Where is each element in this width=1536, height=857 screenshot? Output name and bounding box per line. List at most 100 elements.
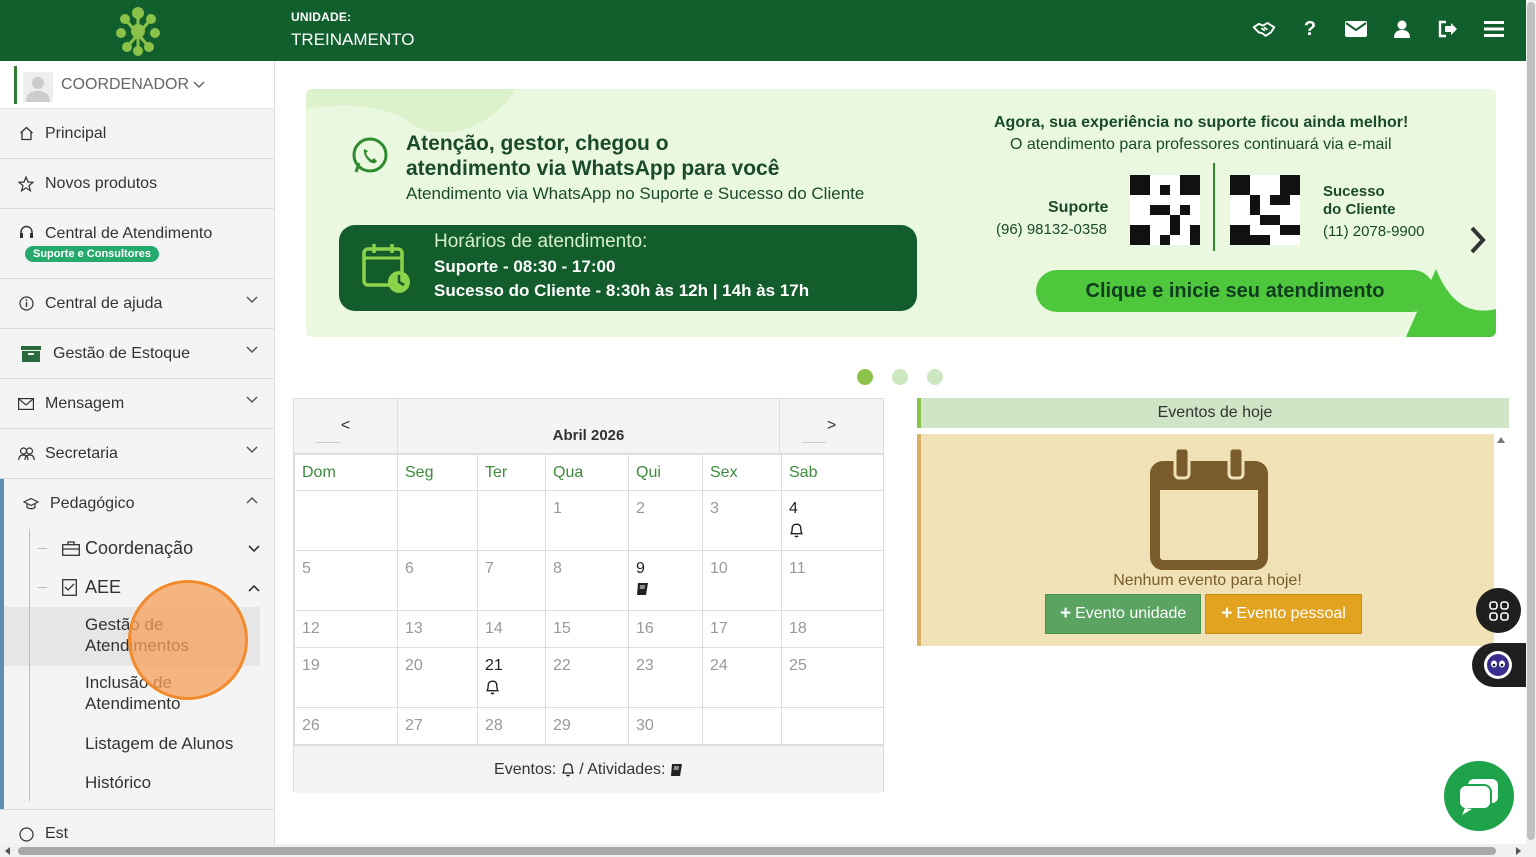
sidebar-item-principal[interactable]: Principal <box>0 109 274 159</box>
calendar-day[interactable]: 23 <box>628 647 703 708</box>
calendar-legend: Eventos: / Atividades: <box>294 745 883 793</box>
calendar-day[interactable]: 4 <box>781 490 884 551</box>
calendar-day[interactable]: 25 <box>781 647 884 708</box>
calendar-day[interactable]: 1 <box>545 490 629 551</box>
whatsapp-icon <box>352 137 388 173</box>
sidebar-item-coordenacao[interactable]: Coordenação <box>4 529 274 568</box>
help-icon[interactable]: ? <box>1298 16 1322 42</box>
logout-icon[interactable] <box>1436 16 1460 42</box>
calendar-day[interactable]: 3 <box>702 490 782 551</box>
user-menu[interactable]: COORDENADOR <box>0 61 274 109</box>
sidebar-leaf-inclusao-atendimento[interactable]: Inclusão de Atendimento <box>4 666 260 726</box>
calendar-day[interactable]: 5 <box>294 550 398 611</box>
add-personal-event-button[interactable]: + Evento pessoal <box>1205 594 1362 634</box>
bell-icon <box>789 522 876 543</box>
sidebar-leaf-gestao-atendimentos[interactable]: Gestão de Atendimentos <box>4 607 260 666</box>
calendar-week-row: 5 6 7 8 9 10 11 <box>294 550 884 611</box>
calendar-day[interactable]: 16 <box>628 610 703 648</box>
sidebar-item-secretaria[interactable]: Secretaria <box>0 429 274 479</box>
unit-label: UNIDADE: <box>291 10 352 24</box>
sidebar-item-next[interactable]: Est <box>0 809 274 844</box>
horizontal-scrollbar[interactable] <box>0 844 1536 857</box>
calendar-day[interactable]: 14 <box>477 610 546 648</box>
support-badge: Suporte e Consultores <box>25 246 159 262</box>
calendar-prev-button[interactable]: < <box>294 399 397 453</box>
sidebar-item-gestao-estoque[interactable]: Gestão de Estoque <box>0 329 274 379</box>
calendar-day[interactable]: 26 <box>294 707 398 745</box>
banner-carousel[interactable]: Atenção, gestor, chegou o atendimento vi… <box>306 89 1496 337</box>
calendar-day-number: 25 <box>789 657 807 674</box>
horizontal-scroll-thumb[interactable] <box>18 847 1496 855</box>
events-scroll-up-icon[interactable] <box>1497 436 1505 444</box>
sidebar-item-label: Est <box>45 825 69 842</box>
calendar-day-number: 5 <box>302 560 311 577</box>
calendar-day[interactable]: 28 <box>477 707 546 745</box>
tree-branch <box>38 548 47 549</box>
sidebar-item-pedagogico[interactable]: Pedagógico <box>4 479 274 529</box>
calendar-day-number: 17 <box>710 620 728 637</box>
sidebar-leaf-historico[interactable]: Histórico <box>4 765 274 809</box>
calendar-week-row: 19 20 21 22 23 24 25 <box>294 647 884 708</box>
calendar-day[interactable]: 2 <box>628 490 703 551</box>
carousel-next-arrow[interactable] <box>1468 225 1488 255</box>
sidebar-item-aee[interactable]: AEE <box>4 568 274 607</box>
calendar-day[interactable]: 10 <box>702 550 782 611</box>
user-icon[interactable] <box>1390 16 1414 42</box>
sidebar-item-central-atendimento[interactable]: Central de Atendimento Suporte e Consult… <box>0 209 274 279</box>
scroll-right-icon[interactable] <box>1514 847 1522 855</box>
calendar-day[interactable]: 21 <box>477 647 546 708</box>
calendar-day[interactable]: 24 <box>702 647 782 708</box>
carousel-dot-1[interactable] <box>857 369 873 385</box>
carousel-dot-2[interactable] <box>892 369 908 385</box>
chevron-down-icon <box>246 296 258 304</box>
calendar-day[interactable]: 19 <box>294 647 398 708</box>
chevron-down-icon <box>246 346 258 354</box>
add-unit-event-button[interactable]: + Evento unidade <box>1045 594 1202 634</box>
calendar-day-number: 9 <box>636 560 645 577</box>
calendar-day[interactable]: 30 <box>628 707 703 745</box>
chevron-down-icon <box>193 80 205 88</box>
envelope-icon[interactable] <box>1344 16 1368 42</box>
scroll-left-icon[interactable] <box>4 847 12 855</box>
carousel-dot-3[interactable] <box>927 369 943 385</box>
cta-button[interactable]: Clique e inicie seu atendimento <box>1036 270 1434 312</box>
calendar-day-number: 30 <box>636 717 654 734</box>
weekday-header: Dom <box>294 454 398 491</box>
calendar-day[interactable]: 6 <box>397 550 478 611</box>
calendar-day[interactable]: 15 <box>545 610 629 648</box>
sidebar-item-mensagem[interactable]: Mensagem <box>0 379 274 429</box>
calendar-day[interactable]: 20 <box>397 647 478 708</box>
calendar-day[interactable]: 27 <box>397 707 478 745</box>
calendar-next-button[interactable]: > <box>780 399 883 453</box>
calendar-day[interactable]: 12 <box>294 610 398 648</box>
assistant-bot-button[interactable] <box>1472 643 1528 687</box>
sidebar-leaf-listagem-alunos[interactable]: Listagem de Alunos <box>4 726 274 765</box>
calendar-day[interactable]: 11 <box>781 550 884 611</box>
graduation-icon <box>21 497 41 511</box>
vertical-scrollbar[interactable] <box>1526 0 1536 844</box>
sidebar-item-central-ajuda[interactable]: Central de ajuda <box>0 279 274 329</box>
handshake-icon[interactable] <box>1252 16 1276 42</box>
calendar-day[interactable]: 18 <box>781 610 884 648</box>
calendar-day[interactable]: 22 <box>545 647 629 708</box>
menu-icon[interactable] <box>1482 16 1506 42</box>
calendar-day-number: 18 <box>789 620 807 637</box>
calendar-day-number: 8 <box>553 560 562 577</box>
hours-box: Horários de atendimento: Suporte - 08:30… <box>339 225 917 311</box>
calendar-day[interactable]: 29 <box>545 707 629 745</box>
calendar-empty-cell <box>781 707 884 745</box>
banner-title: Atenção, gestor, chegou o atendimento vi… <box>406 131 779 181</box>
calendar-day[interactable]: 17 <box>702 610 782 648</box>
calendar-day[interactable]: 7 <box>477 550 546 611</box>
sidebar-item-novos-produtos[interactable]: Novos produtos <box>0 159 274 209</box>
sidebar-item-label: AEE <box>85 577 122 597</box>
calendar-day[interactable]: 13 <box>397 610 478 648</box>
vertical-scroll-thumb[interactable] <box>1527 2 1535 840</box>
calendar-day[interactable]: 8 <box>545 550 629 611</box>
apps-grid-button[interactable] <box>1476 588 1521 633</box>
calendar-week-row: 12 13 14 15 16 17 18 <box>294 610 884 648</box>
grid-icon <box>1488 600 1509 621</box>
calendar-day[interactable]: 9 <box>628 550 703 611</box>
app-logo[interactable] <box>0 0 275 61</box>
chat-button[interactable] <box>1444 761 1514 831</box>
